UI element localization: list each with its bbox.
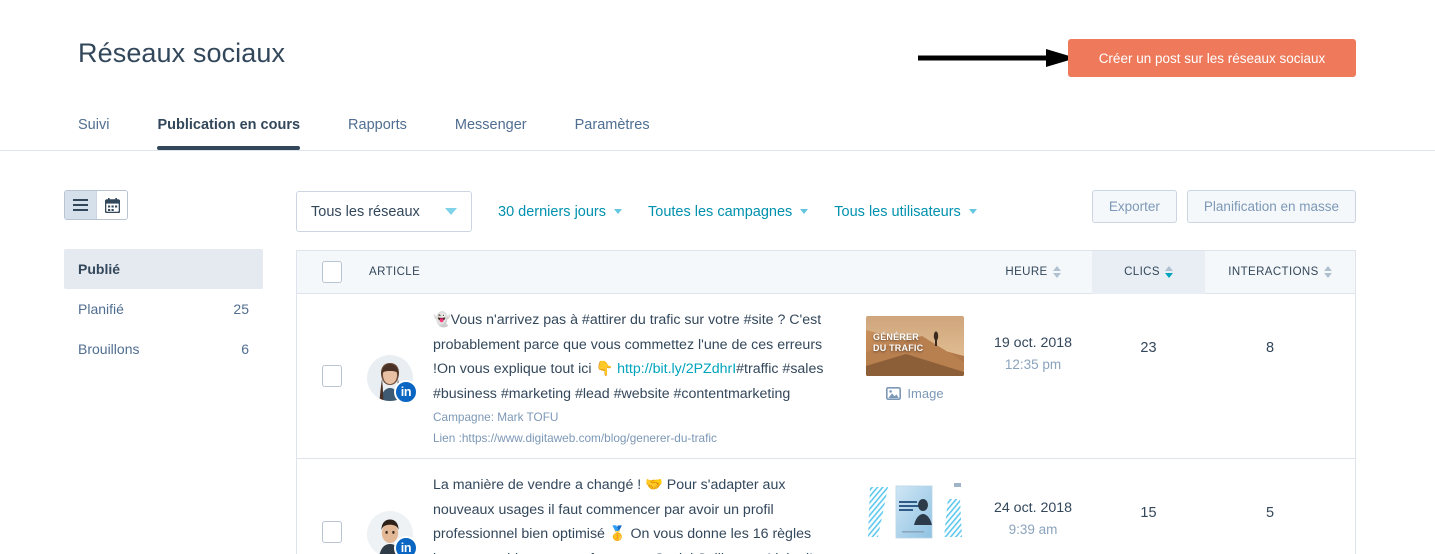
tab-messenger[interactable]: Messenger	[455, 104, 527, 149]
publish-date: 24 oct. 2018	[993, 500, 1073, 516]
thumbnail-caption-line2: DU TRAFIC	[873, 343, 924, 353]
sidebar-item-publie[interactable]: Publié	[64, 249, 263, 289]
interactions-value: 8	[1265, 340, 1275, 356]
social-media-publishing-page: Réseaux sociaux Créer un post sur les ré…	[0, 0, 1435, 554]
date-range-value: 30 derniers jours	[498, 203, 606, 220]
clics-value: 23	[1140, 340, 1157, 356]
author-avatar-cell: in	[367, 294, 433, 458]
chevron-down-icon	[968, 209, 977, 214]
table-header-row: ARTICLE HEURE CLICS INTERACTIONS	[297, 250, 1355, 294]
page-title: Réseaux sociaux	[78, 38, 286, 68]
sidebar-item-label: Brouillons	[78, 341, 140, 357]
table-actions: Exporter Planification en masse	[1091, 190, 1356, 223]
column-header-interactions-label: INTERACTIONS	[1228, 266, 1319, 278]
post-target-link: Lien :https://www.digitaweb.com/blog/gen…	[433, 431, 717, 445]
author-avatar-cell: in	[367, 459, 433, 554]
posts-table: ARTICLE HEURE CLICS INTERACTIONS in 👻Vou…	[296, 250, 1356, 554]
table-row[interactable]: in La manière de vendre a changé ! 🤝 Pou…	[297, 459, 1355, 554]
column-header-heure[interactable]: HEURE	[974, 266, 1092, 278]
post-content-cell: 👻Vous n'arrivez pas à #attirer du trafic…	[433, 294, 856, 458]
campaign-filter[interactable]: Toutes les campagnes	[648, 203, 809, 220]
table-row[interactable]: in 👻Vous n'arrivez pas à #attirer du tra…	[297, 294, 1355, 459]
post-short-link[interactable]: http://bit.ly/2PZdhrI	[617, 361, 736, 377]
publish-time-cell: 24 oct. 2018 9:39 am	[974, 459, 1092, 554]
sidebar-item-count: 6	[241, 341, 249, 357]
image-icon	[886, 387, 902, 400]
annotation-arrow-icon	[918, 49, 1076, 67]
calendar-view-icon[interactable]	[96, 191, 127, 219]
sidebar-item-brouillons[interactable]: Brouillons 6	[64, 329, 263, 369]
column-header-clics[interactable]: CLICS	[1092, 250, 1205, 294]
publish-time: 9:39 am	[1008, 522, 1058, 537]
column-header-clics-label: CLICS	[1124, 266, 1160, 278]
row-checkbox[interactable]	[322, 365, 342, 387]
chevron-down-icon	[800, 209, 809, 214]
create-social-post-button[interactable]: Créer un post sur les réseaux sociaux	[1068, 39, 1356, 77]
sidebar: Publié Planifié 25 Brouillons 6	[64, 190, 263, 369]
network-filter-value: Tous les réseaux	[311, 203, 420, 220]
tab-suivi[interactable]: Suivi	[78, 104, 109, 149]
publish-time: 12:35 pm	[1004, 357, 1062, 372]
media-type-label: Image	[886, 386, 944, 401]
sidebar-item-label: Publié	[78, 261, 121, 277]
post-thumbnail[interactable]	[866, 481, 964, 541]
post-campaign: Campagne: Mark TOFU	[433, 410, 559, 424]
bulk-schedule-button[interactable]: Planification en masse	[1186, 190, 1356, 223]
column-header-heure-label: HEURE	[1005, 266, 1048, 278]
select-all-checkbox[interactable]	[322, 261, 342, 283]
tab-publication-en-cours[interactable]: Publication en cours	[157, 104, 300, 150]
user-filter[interactable]: Tous les utilisateurs	[834, 204, 977, 220]
column-header-interactions[interactable]: INTERACTIONS	[1205, 266, 1355, 278]
clics-value: 15	[1140, 505, 1157, 521]
list-icon-glyph	[73, 199, 88, 211]
user-filter-value: Tous les utilisateurs	[834, 203, 961, 220]
post-thumbnail[interactable]: GÉNÉRER DU TRAFIC	[866, 316, 964, 376]
tab-rapports[interactable]: Rapports	[348, 104, 407, 149]
thumbnail-caption-line1: GÉNÉRER	[873, 332, 919, 342]
publish-date: 19 oct. 2018	[993, 335, 1073, 351]
sidebar-status-list: Publié Planifié 25 Brouillons 6	[64, 249, 263, 369]
chevron-down-icon	[614, 209, 622, 214]
date-range-filter[interactable]: 30 derniers jours	[498, 204, 622, 220]
linkedin-badge-icon: in	[394, 380, 418, 404]
sidebar-item-label: Planifié	[78, 301, 124, 317]
sort-icon-active	[1164, 266, 1173, 278]
sidebar-item-count: 25	[233, 301, 249, 317]
sidebar-item-planifie[interactable]: Planifié 25	[64, 289, 263, 329]
thumbnail-document	[866, 481, 964, 541]
calendar-icon-glyph	[104, 197, 120, 213]
post-emoji-icon: 👻	[433, 312, 451, 328]
sort-icon	[1052, 266, 1061, 278]
post-emoji-pointer-icon: 👇	[595, 361, 614, 377]
publish-time-cell: 19 oct. 2018 12:35 pm	[974, 294, 1092, 458]
row-select-cell	[297, 459, 367, 554]
select-all-cell	[297, 261, 367, 283]
sort-icon	[1323, 266, 1332, 278]
column-header-article[interactable]: ARTICLE	[367, 266, 974, 278]
row-checkbox[interactable]	[322, 521, 342, 544]
post-text: La manière de vendre a changé ! 🤝 Pour s…	[433, 473, 840, 554]
media-thumbnail-cell: GÉNÉRER DU TRAFIC Image	[856, 294, 974, 458]
interactions-value: 5	[1265, 505, 1275, 521]
linkedin-badge-icon: in	[394, 536, 418, 554]
post-text-part-1: La manière de vendre a changé ! 🤝 Pour s…	[433, 477, 821, 554]
chevron-down-icon	[445, 208, 457, 215]
row-select-cell	[297, 294, 367, 458]
network-filter-select[interactable]: Tous les réseaux	[296, 191, 472, 232]
filter-bar: Tous les réseaux 30 derniers jours Toute…	[296, 191, 977, 232]
export-button[interactable]: Exporter	[1091, 190, 1177, 223]
post-content-cell: La manière de vendre a changé ! 🤝 Pour s…	[433, 459, 856, 554]
main-tabs: Suivi Publication en cours Rapports Mess…	[0, 104, 1435, 151]
media-thumbnail-cell	[856, 459, 974, 554]
campaign-filter-value: Toutes les campagnes	[648, 203, 793, 220]
view-toggle-group	[64, 190, 128, 220]
media-type-text: Image	[907, 386, 944, 401]
tab-parametres[interactable]: Paramètres	[575, 104, 650, 149]
post-text: 👻Vous n'arrivez pas à #attirer du trafic…	[433, 308, 840, 406]
list-view-icon[interactable]	[65, 191, 96, 219]
